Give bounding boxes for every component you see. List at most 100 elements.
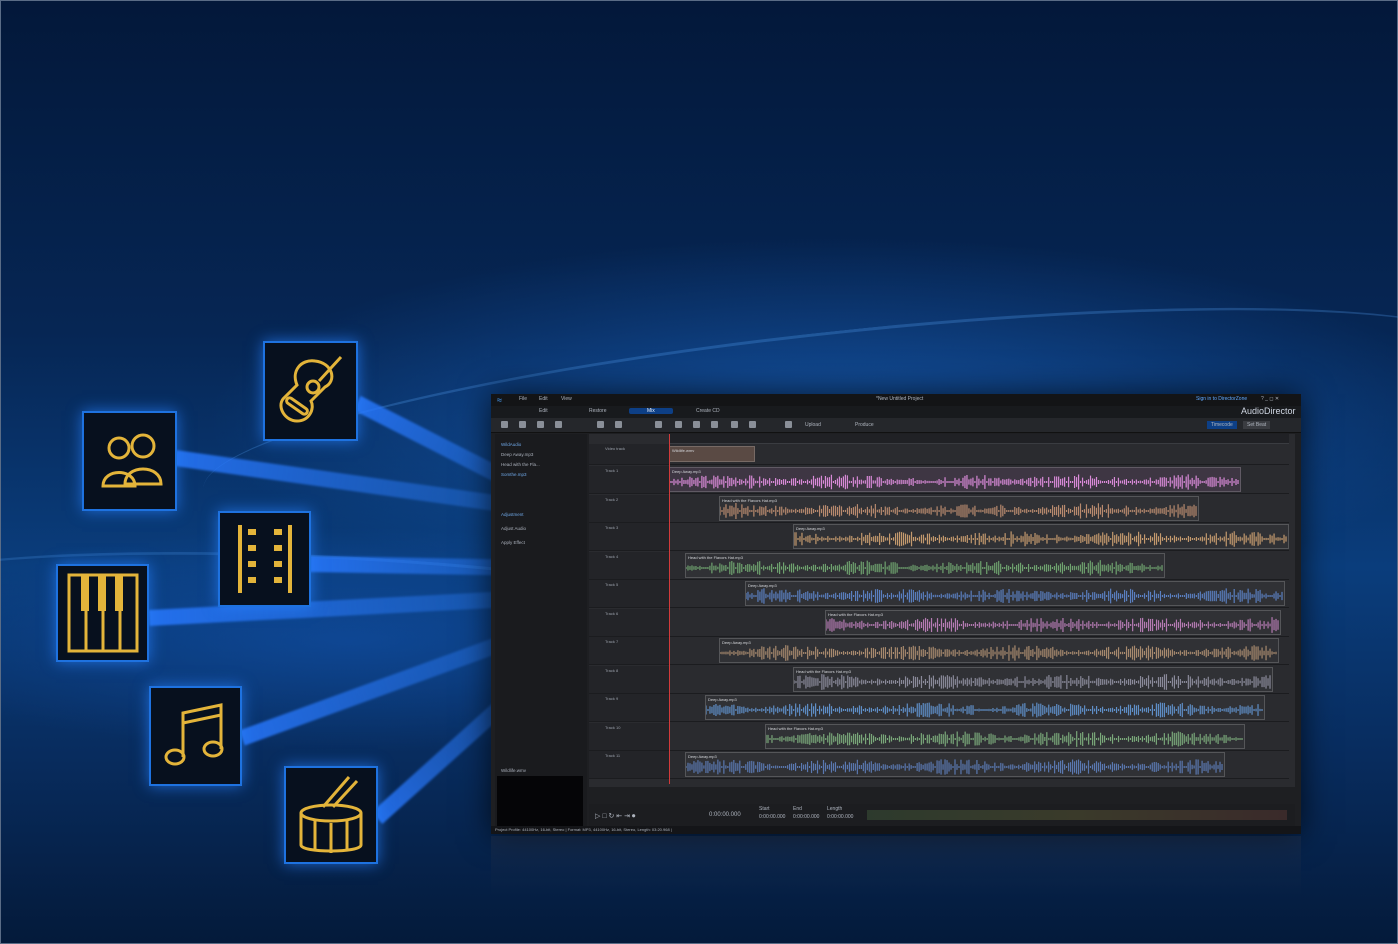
audio-track: Track 11 Deep Away.mp3 <box>589 751 1289 779</box>
audio-clip[interactable]: Head with the Flavors Hat.mp3 <box>685 552 1165 578</box>
panel-header: Adjustment <box>501 512 524 517</box>
brand-logo: AudioDirector <box>1241 406 1296 416</box>
playhead[interactable] <box>669 434 670 784</box>
music-note-icon <box>149 686 242 786</box>
app-logo-icon: ≈ <box>497 395 502 405</box>
timecode-toggle[interactable]: Timecode <box>1207 421 1237 429</box>
library-file[interactable]: Somthe.mp3 <box>501 472 527 477</box>
playback-controls[interactable]: ▷ □ ↻ ⇤ ⇥ ⏺ <box>595 812 635 821</box>
drum-icon <box>284 766 378 864</box>
import-icon[interactable] <box>501 421 508 428</box>
preview-window <box>497 776 583 826</box>
cloud-icon[interactable] <box>555 421 562 428</box>
copy-icon[interactable] <box>675 421 682 428</box>
title-bar: ≈ File Edit View *New Untitled Project S… <box>491 394 1301 406</box>
time-ruler[interactable] <box>669 434 1289 444</box>
library-file[interactable]: Head with the Fla... <box>501 462 540 467</box>
length-value[interactable]: 0:00:00.000 <box>827 814 853 820</box>
mode-tab-restore[interactable]: Restore <box>589 408 607 414</box>
video-track: Video track Wildlife.wmv <box>589 444 1289 465</box>
track-header[interactable]: Track 5 <box>589 580 669 607</box>
audio-clip[interactable]: Head with the Flavors Hat.mp3 <box>765 723 1245 749</box>
track-header[interactable]: Track 7 <box>589 637 669 664</box>
menu-view[interactable]: View <box>561 396 572 402</box>
start-label: Start <box>759 806 770 812</box>
track-header[interactable]: Track 2 <box>589 494 669 522</box>
video-clip[interactable]: Wildlife.wmv <box>669 446 755 462</box>
zoom-icon[interactable] <box>785 421 792 428</box>
status-bar: Project Profile: 44100Hz, 16-bit, Stereo… <box>491 826 1301 834</box>
set-beat-toggle[interactable]: Set Beat <box>1243 421 1271 429</box>
track-name: Track 6 <box>605 610 619 616</box>
adjust-audio-item[interactable]: Adjust Audio <box>501 526 526 531</box>
start-value[interactable]: 0:00:00.000 <box>759 814 785 820</box>
track-name: Track 9 <box>605 696 619 701</box>
audio-track: Track 7 Deep Away.mp3 <box>589 637 1289 665</box>
audio-clip[interactable]: Head with the Flavors Hat.mp3 <box>793 666 1273 692</box>
download-icon[interactable] <box>537 421 544 428</box>
track-header[interactable]: Track 1 <box>589 466 669 493</box>
audio-clip[interactable]: Deep Away.mp3 <box>705 695 1265 720</box>
delete-icon[interactable] <box>711 421 718 428</box>
audio-track: Track 1 Deep Away.mp3 <box>589 466 1289 494</box>
paste-icon[interactable] <box>693 421 700 428</box>
audio-clip[interactable]: Deep Away.mp3 <box>745 581 1285 606</box>
audio-clip[interactable]: Deep Away.mp3 <box>669 467 1241 492</box>
film-strip-icon <box>218 511 311 607</box>
waveform <box>720 502 1197 519</box>
mixer-icon[interactable] <box>597 421 604 428</box>
track-header[interactable]: Track 9 <box>589 694 669 721</box>
record-icon[interactable] <box>519 421 526 428</box>
audio-track: Track 10 Head with the Flavors Hat.mp3 <box>589 722 1289 751</box>
sign-in-link[interactable]: Sign in to DirectorZone <box>1196 396 1247 402</box>
track-header[interactable]: Track 8 <box>589 665 669 693</box>
apply-effect-item[interactable]: Apply Effect <box>501 540 525 545</box>
audio-clip[interactable]: Head with the Flavors Hat.mp3 <box>719 495 1199 521</box>
menu-edit[interactable]: Edit <box>539 396 548 402</box>
window-controls[interactable]: ? _ ◻ ✕ <box>1261 396 1279 402</box>
mode-tab-create-cd[interactable]: Create CD <box>696 408 720 414</box>
audio-track: Track 6 Head with the Flavors Hat.mp3 <box>589 608 1289 637</box>
end-value[interactable]: 0:00:00.000 <box>793 814 819 820</box>
end-label: End <box>793 806 802 812</box>
fade-icon[interactable] <box>749 421 756 428</box>
library-file[interactable]: Deep Away.mp3 <box>501 452 533 457</box>
library-folder[interactable]: WildAudio <box>501 442 521 447</box>
waveform <box>706 702 1263 718</box>
audio-clip[interactable]: Head with the Flavors Hat.mp3 <box>825 609 1281 635</box>
audio-clip[interactable]: Deep Away.mp3 <box>793 524 1289 549</box>
track-header[interactable]: Track 11 <box>589 751 669 778</box>
track-name: Track 10 <box>605 724 621 730</box>
track-name: Track 4 <box>605 553 619 559</box>
track-header[interactable]: Track 4 <box>589 551 669 579</box>
mode-tab-edit[interactable]: Edit <box>539 408 548 414</box>
waveform <box>720 645 1277 661</box>
upload-button[interactable]: Upload <box>805 422 821 428</box>
preview-label: Wildlife.wmv <box>501 768 527 773</box>
audio-track: Track 8 Head with the Flavors Hat.mp3 <box>589 665 1289 694</box>
status-text: Project Profile: 44100Hz, 16-bit, Stereo… <box>495 827 672 832</box>
audio-clip[interactable]: Deep Away.mp3 <box>719 638 1279 663</box>
cut-icon[interactable] <box>655 421 662 428</box>
track-name: Track 3 <box>605 525 619 530</box>
draw-icon[interactable] <box>731 421 738 428</box>
track-name: Track 1 <box>605 468 619 473</box>
audio-track: Track 9 Deep Away.mp3 <box>589 694 1289 722</box>
waveform <box>794 531 1287 547</box>
track-header[interactable]: Track 3 <box>589 523 669 550</box>
window-reflection <box>491 836 1301 896</box>
track-header[interactable]: Track 6 <box>589 608 669 636</box>
mode-bar: Edit Restore Mix Create CD AudioDirector <box>491 406 1301 418</box>
time-display: 0:00:00.000 <box>709 812 741 818</box>
produce-button[interactable]: Produce <box>855 422 874 428</box>
audio-track: Track 4 Head with the Flavors Hat.mp3 <box>589 551 1289 580</box>
audio-clip[interactable]: Deep Away.mp3 <box>685 752 1225 777</box>
menu-file[interactable]: File <box>519 396 527 402</box>
track-name: Track 8 <box>605 667 619 673</box>
track-header[interactable]: Track 10 <box>589 722 669 750</box>
waveform <box>686 559 1163 576</box>
add-track-icon[interactable] <box>615 421 622 428</box>
track-name: Track 5 <box>605 582 619 587</box>
waveform <box>686 759 1223 775</box>
mode-tab-mix[interactable]: Mix <box>629 408 673 414</box>
